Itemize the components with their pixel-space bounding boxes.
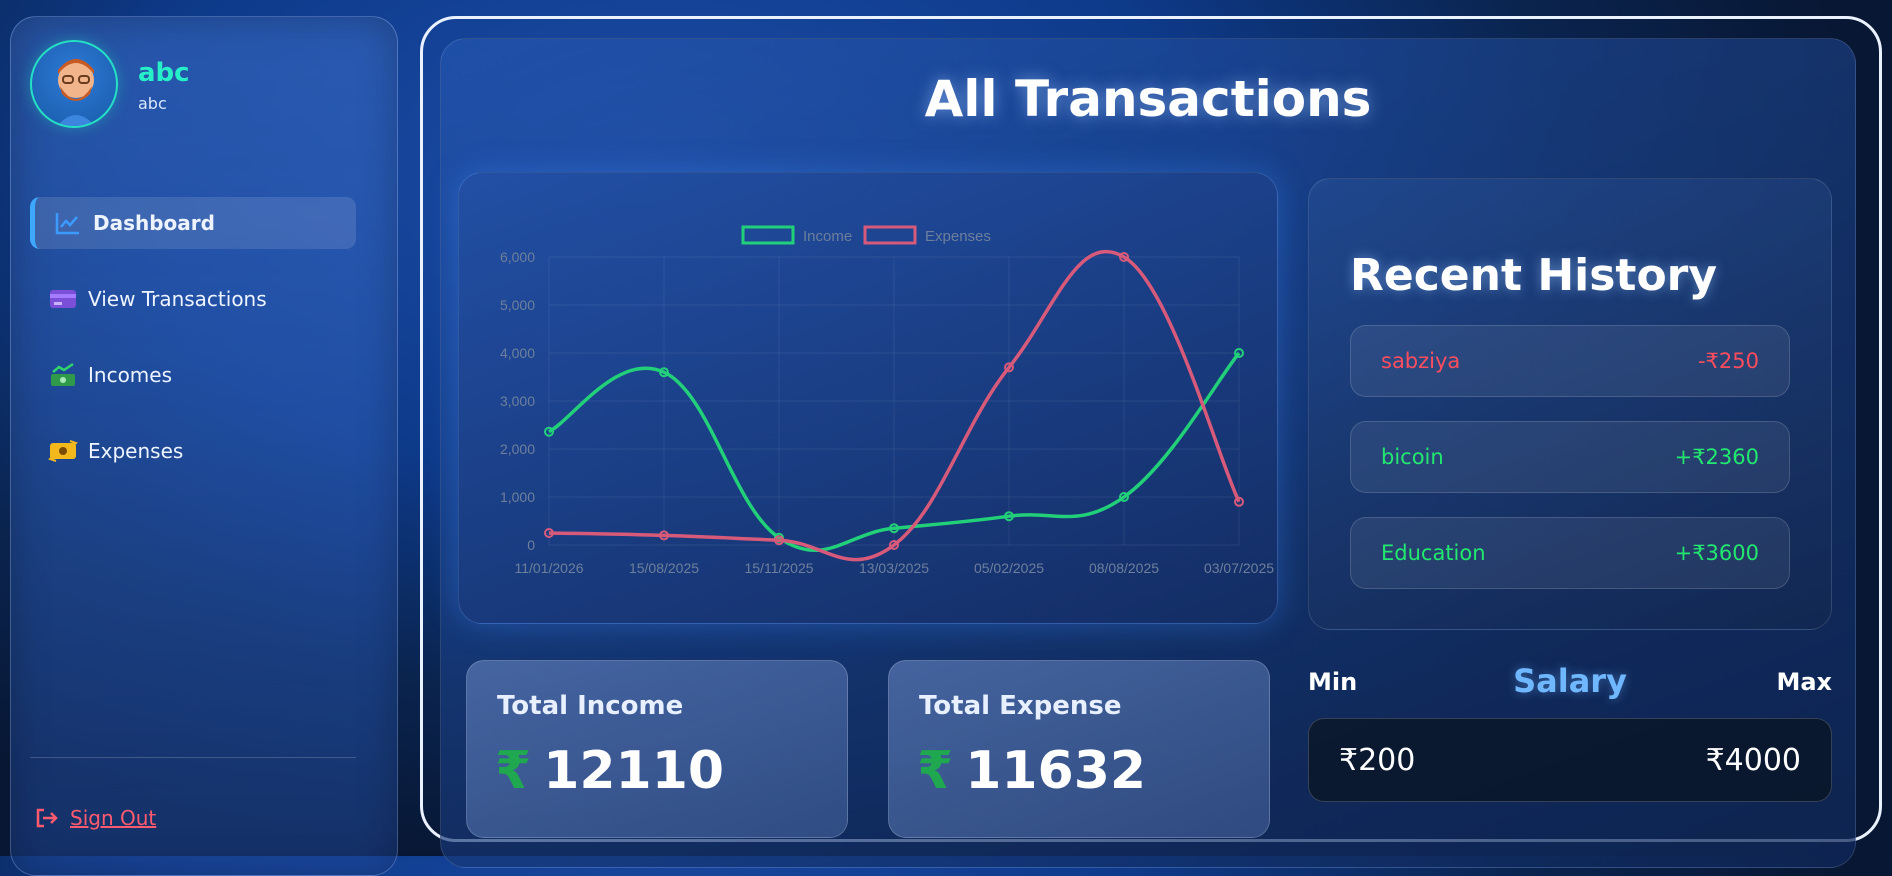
credit-card-icon — [48, 286, 78, 312]
signout-label: Sign Out — [70, 806, 157, 830]
avatar — [30, 40, 118, 128]
history-item-amount: +₹3600 — [1674, 541, 1759, 565]
total-expense-value: 11632 — [965, 741, 1147, 801]
sidebar-item-dashboard[interactable]: Dashboard — [30, 197, 356, 249]
salary-max-value: ₹4000 — [1705, 742, 1801, 778]
sidebar-item-label: Incomes — [88, 363, 173, 387]
page-title: All Transactions — [924, 70, 1372, 128]
chart-line-icon — [53, 210, 83, 236]
user-name: abc — [138, 58, 190, 88]
money-exchange-icon — [48, 438, 78, 464]
sidebar-item-view-transactions[interactable]: View Transactions — [30, 273, 356, 325]
rupee-icon: ₹ — [917, 741, 954, 801]
y-tick-label: 0 — [527, 537, 535, 553]
x-tick-label: 11/01/2026 — [514, 560, 583, 576]
x-tick-label: 08/08/2025 — [1089, 560, 1159, 576]
history-item-name: Education — [1381, 541, 1486, 565]
signout-button[interactable]: Sign Out — [34, 806, 156, 830]
x-tick-label: 05/02/2025 — [974, 560, 1044, 576]
history-item-name: sabziya — [1381, 349, 1461, 373]
legend-label: Income — [803, 228, 852, 245]
sidebar-divider — [30, 757, 356, 758]
history-item[interactable]: Education +₹3600 — [1350, 517, 1790, 589]
chart-card: 0 1,000 2,000 3,000 4,000 5,000 6,000 11/01/202… — [458, 172, 1278, 624]
x-tick-label: 13/03/2025 — [859, 560, 929, 576]
y-tick-label: 5,000 — [500, 297, 535, 313]
history-item[interactable]: sabziya -₹250 — [1350, 325, 1790, 397]
salary-min-value: ₹200 — [1339, 742, 1416, 778]
history-item-amount: -₹250 — [1697, 349, 1759, 373]
history-item[interactable]: bicoin +₹2360 — [1350, 421, 1790, 493]
y-tick-label: 4,000 — [500, 345, 535, 361]
total-expense-card: Total Expense ₹ 11632 — [888, 660, 1270, 838]
transactions-chart: 0 1,000 2,000 3,000 4,000 5,000 6,000 11/01/202… — [500, 225, 1274, 576]
y-tick-label: 6,000 — [500, 249, 535, 265]
sidebar-item-label: Expenses — [88, 439, 184, 463]
salary-header: Min Salary Max — [1308, 662, 1832, 704]
sidebar-item-incomes[interactable]: Incomes — [30, 349, 356, 401]
salary-max-label: Max — [1776, 668, 1832, 696]
legend-label: Expenses — [925, 228, 991, 245]
sign-out-icon — [34, 807, 60, 829]
history-item-amount: +₹2360 — [1674, 445, 1759, 469]
rupee-icon: ₹ — [495, 741, 532, 801]
y-tick-label: 2,000 — [500, 441, 535, 457]
history-item-name: bicoin — [1381, 445, 1444, 469]
recent-history-title: Recent History — [1350, 250, 1718, 301]
legend-swatch — [863, 225, 917, 245]
total-income-card: Total Income ₹ 12110 — [466, 660, 848, 838]
y-tick-label: 1,000 — [500, 489, 535, 505]
salary-title: Salary — [1513, 662, 1627, 700]
sidebar-item-label: Dashboard — [93, 211, 215, 235]
x-tick-label: 15/11/2025 — [744, 560, 813, 576]
total-income-label: Total Income — [497, 691, 684, 721]
total-income-value: 12110 — [543, 741, 725, 801]
total-expense-label: Total Expense — [919, 691, 1122, 721]
user-subtitle: abc — [138, 94, 167, 113]
x-tick-label: 03/07/2025 — [1204, 560, 1274, 576]
y-tick-label: 3,000 — [500, 393, 535, 409]
sidebar-item-label: View Transactions — [88, 287, 267, 311]
money-trend-icon — [48, 362, 78, 388]
sidebar-item-expenses[interactable]: Expenses — [30, 425, 356, 477]
x-tick-label: 15/08/2025 — [629, 560, 699, 576]
salary-range-box: ₹200 ₹4000 — [1308, 718, 1832, 802]
legend-swatch — [741, 225, 795, 245]
